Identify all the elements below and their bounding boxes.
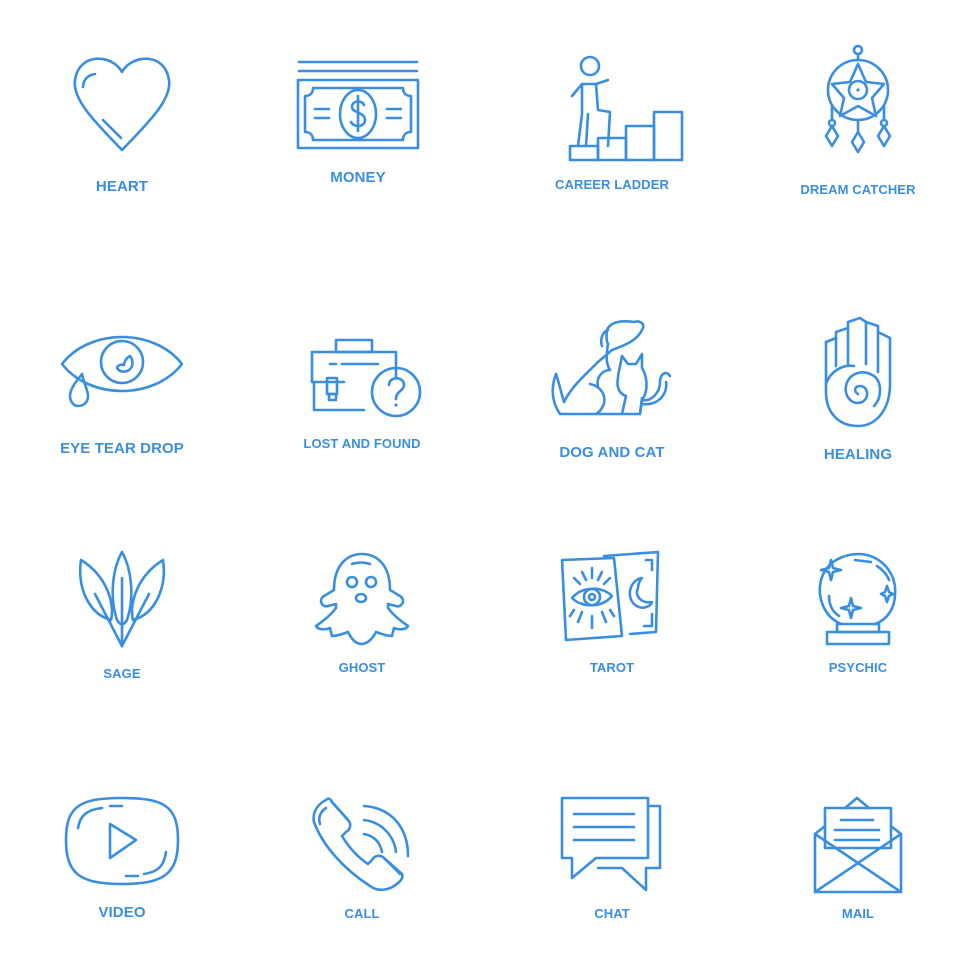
chat-icon: [560, 796, 662, 892]
icon-label: TAROT: [589, 660, 635, 675]
video-icon: [64, 796, 180, 886]
eye-tear-drop-icon: [60, 335, 184, 408]
career-ladder-icon: [568, 55, 684, 162]
icon-cell-lost-and-found: LOST AND FOUND: [262, 338, 462, 451]
icon-cell-video: VIDEO: [22, 794, 222, 921]
mail-icon: [813, 796, 903, 894]
icon-cell-chat: CHAT: [512, 796, 712, 921]
icon-label: PSYCHIC: [828, 660, 888, 675]
icon-cell-career-ladder: CAREER LADDER: [512, 52, 712, 192]
heart-icon: [73, 57, 171, 152]
icon-cell-dream-catcher: DREAM CATCHER: [758, 44, 958, 197]
dream-catcher-icon: [824, 44, 892, 154]
icon-label: HEALING: [823, 446, 893, 463]
icon-cell-eye-tear-drop: EYE TEAR DROP: [22, 330, 222, 457]
icon-cell-dog-and-cat: DOG AND CAT: [512, 319, 712, 461]
icon-cell-money: MONEY: [258, 58, 458, 186]
icon-label: DREAM CATCHER: [800, 182, 916, 197]
ghost-icon: [314, 552, 410, 646]
icon-cell-tarot: TAROT: [512, 550, 712, 675]
icon-label: MAIL: [841, 906, 875, 921]
money-icon: [296, 60, 420, 150]
icon-cell-ghost: GHOST: [262, 550, 462, 675]
icon-label: HEART: [95, 178, 149, 195]
icon-cell-call: CALL: [262, 796, 462, 921]
tarot-icon: [560, 550, 660, 642]
icon-label: MONEY: [330, 169, 386, 186]
icon-label: GHOST: [338, 660, 386, 675]
icon-cell-mail: MAIL: [758, 796, 958, 921]
icon-cell-sage: SAGE: [22, 548, 222, 681]
icon-label: CAREER LADDER: [555, 177, 669, 192]
icon-cell-psychic: PSYCHIC: [758, 552, 958, 675]
psychic-icon: [818, 552, 897, 646]
dog-and-cat-icon: [551, 319, 672, 416]
call-icon: [312, 797, 410, 892]
icon-cell-healing: HEALING: [758, 314, 958, 463]
icon-cell-heart: HEART: [22, 50, 222, 195]
icon-label: DOG AND CAT: [559, 444, 665, 461]
icon-label: CALL: [344, 906, 380, 921]
icon-label: CHAT: [594, 906, 630, 921]
sage-icon: [78, 550, 166, 648]
icon-label: LOST AND FOUND: [303, 436, 421, 451]
icon-label: EYE TEAR DROP: [60, 440, 184, 457]
healing-icon: [824, 316, 892, 428]
lost-and-found-icon: [310, 338, 422, 418]
icon-label: SAGE: [103, 666, 141, 681]
icon-label: VIDEO: [98, 904, 146, 921]
